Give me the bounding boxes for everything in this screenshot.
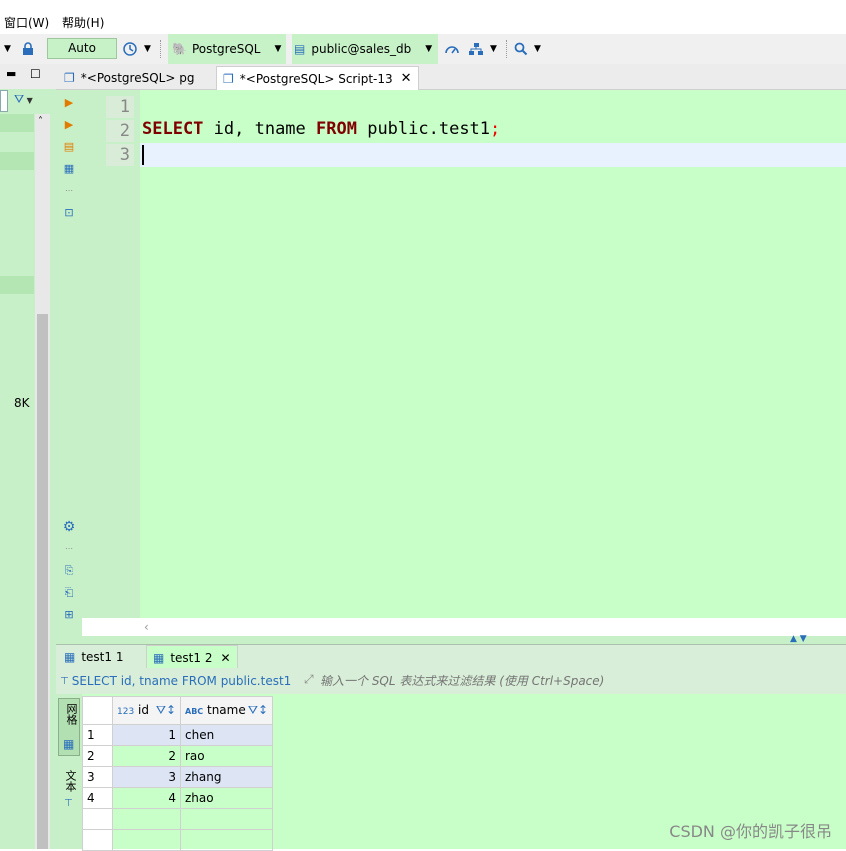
editor-tab-bar: ❐ *<PostgreSQL> pg ❐ *<PostgreSQL> Scrip… (56, 64, 846, 90)
result-table: 123 id ⛛↕ ABC tname ⛛↕ 1 1 chen 2 2 rao … (82, 696, 273, 851)
code-text: id, tname (203, 119, 317, 139)
line-number: 1 (119, 97, 130, 117)
close-icon[interactable]: ✕ (401, 71, 412, 86)
empty-row (82, 808, 273, 830)
lock-icon[interactable] (22, 34, 34, 64)
result-tab-bar: ▦ test1 1 ▦ test1 2 ✕ (56, 644, 846, 669)
tree-icon[interactable]: ▼ (468, 34, 497, 64)
string-type-icon: ABC (185, 707, 204, 716)
table-row[interactable]: 4 4 zhao (82, 787, 273, 809)
maximize-icon[interactable]: ☐ (30, 67, 41, 81)
chevron-down-icon[interactable]: ▼ (4, 34, 11, 64)
execute-new-tab-icon[interactable]: ▶ (62, 118, 76, 132)
tab-script-pg[interactable]: ❐ *<PostgreSQL> pg (58, 66, 200, 90)
menu-bar: 窗口(W) 帮助(H) (0, 0, 846, 34)
header-row: 123 id ⛛↕ ABC tname ⛛↕ (82, 696, 273, 725)
code-text: public.test1 (356, 119, 491, 139)
dashboard-icon[interactable] (444, 34, 460, 64)
minimize-icon[interactable]: ▬ (6, 67, 16, 80)
grid-view-button[interactable]: 网格 ▦ (58, 698, 80, 756)
search-icon[interactable]: ▼ (514, 34, 541, 64)
table-row[interactable]: 3 3 zhang (82, 766, 273, 788)
panel-toggle-icon[interactable]: ▲ ▼ (790, 634, 807, 644)
editor-action-strip: ▶ ▶ ▤ ▦ ⋯ ⊡ ⚙ ⋯ ⎘ ⎗ ⊞ (56, 90, 82, 636)
sql-editor[interactable] (140, 90, 846, 618)
editor-horizontal-scrollbar[interactable]: ‹ (82, 618, 846, 636)
close-icon[interactable]: ✕ (220, 651, 230, 665)
tab-label: *<PostgreSQL> pg (80, 71, 195, 85)
script-icon: ❐ (64, 71, 75, 85)
table-icon: ▦ (153, 650, 165, 665)
semicolon: ; (490, 119, 501, 139)
filter-icon[interactable]: ⛛ ▼ (14, 92, 33, 107)
line-number-gutter: 1 2 3 (82, 90, 140, 618)
tab-result-2[interactable]: ▦ test1 2 ✕ (146, 645, 238, 669)
filter-sort-icon[interactable]: ⛛↕ (156, 703, 176, 718)
filter-bar: ⊤ SELECT id, tname FROM public.test1 ⤢ (56, 668, 846, 694)
delete-file-icon[interactable]: ⎗ (62, 586, 76, 600)
column-header-id[interactable]: 123 id ⛛↕ (112, 696, 181, 725)
filter-input[interactable] (320, 671, 840, 691)
export-icon[interactable]: ⎘ (62, 564, 76, 578)
scroll-left-icon[interactable]: ‹ (144, 620, 149, 634)
watermark: CSDN @你的凯子很吊 (669, 822, 832, 841)
tab-label: test1 1 (81, 650, 124, 664)
menu-window[interactable]: 窗口(W) (4, 14, 49, 31)
numeric-type-icon: 123 (117, 707, 135, 717)
explain-plan-icon[interactable]: ▦ (62, 162, 76, 176)
grid-icon: ▦ (63, 737, 75, 751)
line-number: 3 (119, 145, 130, 165)
line-number: 2 (119, 121, 130, 141)
sql-code-line[interactable]: SELECT id, tname FROM public.test1; (142, 119, 500, 139)
postgresql-icon: 🐘 (172, 42, 187, 56)
scroll-up-icon[interactable]: ˄ (38, 116, 43, 127)
query-label: ⊤ SELECT id, tname FROM public.test1 (60, 674, 292, 688)
tab-label: *<PostgreSQL> Script-13 (239, 71, 393, 86)
execute-icon[interactable]: ▶ (62, 96, 76, 110)
keyword: SELECT (142, 119, 204, 139)
connection-label: PostgreSQL (191, 42, 261, 56)
current-line-highlight (140, 143, 846, 167)
tab-label: test1 2 (170, 650, 213, 665)
navigator-panel: ▬ ☐ ⛛ ▼ ˄ 8K (0, 64, 56, 849)
connection-selector[interactable]: 🐘 PostgreSQL ▼ (168, 34, 286, 64)
view-mode-strip: 网格 ▦ 文本 ⊤ (56, 694, 82, 849)
expand-icon[interactable]: ⤢ (304, 672, 314, 687)
sql-icon: ⊤ (60, 675, 69, 687)
transaction-mode-auto[interactable]: Auto (47, 38, 117, 59)
toolbar: ▼ Auto ▼ 🐘 PostgreSQL ▼ ▤ public@sales_d… (0, 34, 846, 64)
filter-sort-icon[interactable]: ⛛↕ (248, 703, 268, 718)
gear-icon[interactable]: ⚙ (62, 520, 76, 534)
size-label: 8K (14, 396, 30, 410)
text-cursor (142, 145, 144, 165)
database-selector[interactable]: ▤ public@sales_db ▼ (292, 34, 438, 64)
menu-help[interactable]: 帮助(H) (62, 14, 104, 31)
empty-row (82, 829, 273, 851)
variables-icon[interactable]: ⊞ (62, 608, 76, 622)
script-icon: ❐ (223, 71, 234, 86)
history-icon[interactable]: ▼ (122, 34, 151, 64)
table-icon: ▦ (64, 650, 76, 664)
text-icon: ⊤ (64, 798, 73, 809)
tab-script-13[interactable]: ❐ *<PostgreSQL> Script-13 ✕ (216, 66, 419, 90)
tab-result-1[interactable]: ▦ test1 1 (58, 645, 129, 669)
table-row[interactable]: 1 1 chen (82, 724, 273, 746)
text-view-button[interactable]: 文本 ⊤ (58, 766, 80, 816)
database-icon: ▤ (294, 42, 306, 56)
column-header-tname[interactable]: ABC tname ⛛↕ (180, 696, 273, 725)
execute-script-icon[interactable]: ▤ (62, 140, 76, 154)
database-label: public@sales_db (311, 42, 412, 56)
keyword: FROM (316, 119, 357, 139)
terminal-icon[interactable]: ⊡ (62, 206, 76, 220)
table-row[interactable]: 2 2 rao (82, 745, 273, 767)
